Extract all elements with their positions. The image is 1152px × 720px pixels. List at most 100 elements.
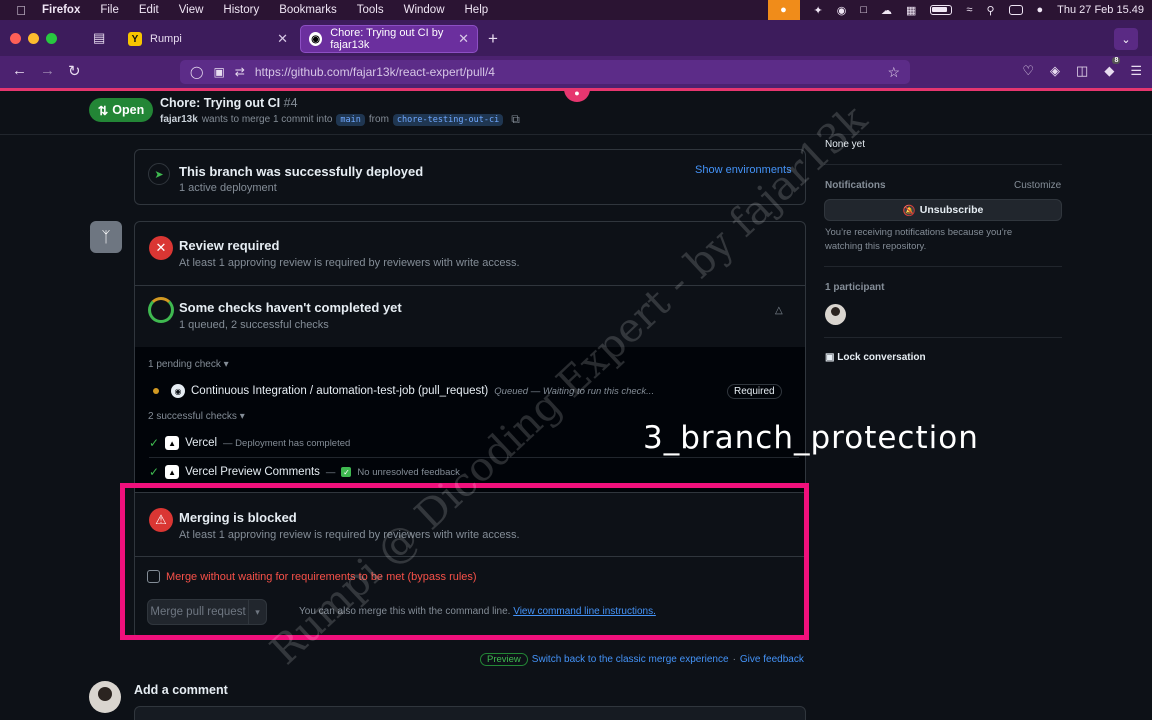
siri-icon[interactable]: ● xyxy=(1037,4,1044,16)
url-text[interactable]: https://github.com/fajar13k/react-expert… xyxy=(255,65,495,79)
give-feedback-link[interactable]: Give feedback xyxy=(740,654,804,665)
bookmark-star-icon[interactable]: ☆ xyxy=(887,64,900,81)
divider xyxy=(135,285,805,286)
comment-editor-toolbar[interactable] xyxy=(134,706,806,720)
pending-checks-label: 1 pending check xyxy=(148,359,221,370)
switch-classic-link[interactable]: Switch back to the classic merge experie… xyxy=(532,654,729,665)
highlight-annotation-box xyxy=(120,483,809,640)
menu-edit[interactable]: Edit xyxy=(139,4,159,16)
participant-avatar[interactable] xyxy=(825,304,846,325)
check-row-vercel-preview[interactable]: ✓ ▲ Vercel Preview Comments — ✓ No unres… xyxy=(149,465,460,479)
wifi-icon[interactable]: ≈ xyxy=(966,4,972,16)
pr-author-link[interactable]: fajar13k xyxy=(160,114,198,125)
close-tab-icon[interactable]: ✕ xyxy=(277,31,288,47)
navigation-toolbar: ← → ↻ ◯ ▣ ⇄ https://github.com/fajar13k/… xyxy=(0,56,1152,88)
review-required-title: Review required xyxy=(179,238,280,253)
check-icon: ✓ xyxy=(149,465,160,479)
status-app-icon[interactable]: ✦ xyxy=(814,4,823,17)
check-row-pending[interactable]: ◉ Continuous Integration / automation-te… xyxy=(149,384,654,398)
vercel-icon: ▲ xyxy=(165,465,180,479)
new-tab-icon[interactable]: + xyxy=(488,29,498,49)
add-comment-heading: Add a comment xyxy=(134,683,228,697)
app-menu-icon[interactable]: ☰ xyxy=(1130,63,1142,79)
pocket-icon[interactable]: ♡ xyxy=(1022,63,1034,79)
preview-badge: Preview xyxy=(480,653,528,666)
pending-checks-toggle[interactable]: 1 pending check ▾ xyxy=(148,359,229,370)
github-actions-icon: ◉ xyxy=(171,384,185,398)
apple-icon[interactable]:  xyxy=(0,3,42,18)
menu-tools[interactable]: Tools xyxy=(357,4,384,16)
checks-title[interactable]: Some checks haven't completed yet xyxy=(179,300,402,315)
close-window-button[interactable] xyxy=(10,33,21,44)
pr-state-badge: ⇅ Open xyxy=(89,98,153,122)
menubar-clock[interactable]: Thu 27 Feb 15.49 xyxy=(1057,4,1144,16)
unsubscribe-label[interactable]: Unsubscribe xyxy=(920,204,984,216)
status-app-icon-2[interactable]: ◉ xyxy=(837,4,847,17)
reload-icon[interactable]: ↻ xyxy=(68,62,81,80)
show-environments-link[interactable]: Show environments xyxy=(695,164,792,176)
participants-heading: 1 participant xyxy=(825,282,885,293)
cloud-icon[interactable]: ☁ xyxy=(881,4,892,17)
menu-file[interactable]: File xyxy=(100,4,119,16)
menu-app-name[interactable]: Firefox xyxy=(42,4,80,16)
unsubscribe-button[interactable]: 🔕 Unsubscribe xyxy=(824,199,1062,221)
menu-bookmarks[interactable]: Bookmarks xyxy=(279,4,337,16)
pr-number: #4 xyxy=(283,96,298,110)
deployment-title: This branch was successfully deployed xyxy=(179,164,424,179)
status-app-icon-4[interactable]: ▦ xyxy=(906,4,916,17)
avatar[interactable] xyxy=(89,681,121,713)
chevron-up-icon[interactable]: △ xyxy=(775,305,783,316)
deployment-subtitle: 1 active deployment xyxy=(179,182,277,194)
lock-conversation-link[interactable]: ▣ Lock conversation xyxy=(825,352,926,363)
list-all-tabs-icon[interactable]: ⌄ xyxy=(1114,28,1138,50)
ublock-icon[interactable]: ◆ 8 xyxy=(1104,57,1121,79)
spotlight-icon[interactable]: ⚲ xyxy=(986,4,994,17)
tab-title: Rumpi xyxy=(150,33,182,45)
customize-link[interactable]: Customize xyxy=(1014,180,1061,191)
url-bar[interactable]: ◯ ▣ ⇄ https://github.com/fajar13k/react-… xyxy=(180,60,910,84)
lock-conversation-label[interactable]: Lock conversation xyxy=(837,352,925,363)
successful-checks-toggle[interactable]: 2 successful checks ▾ xyxy=(148,411,245,422)
extension-indicator-icon[interactable]: ● xyxy=(564,88,590,102)
successful-checks-label: 2 successful checks xyxy=(148,411,237,422)
tab-github-pr[interactable]: ◉ Chore: Trying out CI by fajar13k ✕ xyxy=(300,25,478,53)
head-branch-label[interactable]: chore-testing-out-ci xyxy=(392,113,504,126)
window-controls xyxy=(10,33,57,44)
forward-icon[interactable]: → xyxy=(40,62,55,79)
back-icon[interactable]: ← xyxy=(12,62,27,79)
check-name[interactable]: Vercel xyxy=(185,437,217,449)
from-word: from xyxy=(368,114,389,125)
permissions-icon[interactable]: ⇄ xyxy=(235,65,245,79)
macos-menubar:  Firefox File Edit View History Bookmar… xyxy=(0,0,1152,20)
check-row-vercel[interactable]: ✓ ▲ Vercel — Deployment has completed xyxy=(149,436,350,450)
github-favicon-icon: ◉ xyxy=(309,32,323,46)
pr-title-text: Chore: Trying out CI xyxy=(160,96,281,110)
menu-window[interactable]: Window xyxy=(404,4,445,16)
minimize-window-button[interactable] xyxy=(28,33,39,44)
close-tab-icon[interactable]: ✕ xyxy=(458,31,469,47)
deployment-box: ➤ This branch was successfully deployed … xyxy=(134,149,806,205)
microphone-icon[interactable]: ● xyxy=(767,0,800,20)
battery-icon[interactable] xyxy=(930,5,953,15)
copy-icon[interactable]: ⧉ xyxy=(511,112,520,127)
tracking-protection-icon[interactable]: ◯ xyxy=(190,65,203,79)
control-center-icon[interactable] xyxy=(1008,5,1023,15)
lock-icon[interactable]: ▣ xyxy=(213,65,224,79)
tab-rumpi[interactable]: Y Rumpi ✕ xyxy=(120,25,296,53)
zoom-window-button[interactable] xyxy=(46,33,57,44)
menu-help[interactable]: Help xyxy=(465,4,489,16)
menu-view[interactable]: View xyxy=(179,4,204,16)
check-name[interactable]: Continuous Integration / automation-test… xyxy=(191,385,488,397)
extension-icon[interactable]: ◈ xyxy=(1050,63,1060,79)
checks-subtitle: 1 queued, 2 successful checks xyxy=(179,319,329,331)
lock-icon: ▣ xyxy=(825,352,835,363)
menu-history[interactable]: History xyxy=(223,4,259,16)
sidebar-divider xyxy=(824,337,1062,338)
check-name[interactable]: Vercel Preview Comments xyxy=(185,466,320,478)
base-branch-label[interactable]: main xyxy=(336,113,365,126)
status-app-icon-3[interactable]: □ xyxy=(860,4,867,16)
sidebar-divider xyxy=(824,266,1062,267)
tab-overview-icon[interactable]: ▤ xyxy=(93,30,105,46)
check-icon: ✓ xyxy=(149,436,160,450)
extensions-puzzle-icon[interactable]: ◫ xyxy=(1076,63,1088,79)
